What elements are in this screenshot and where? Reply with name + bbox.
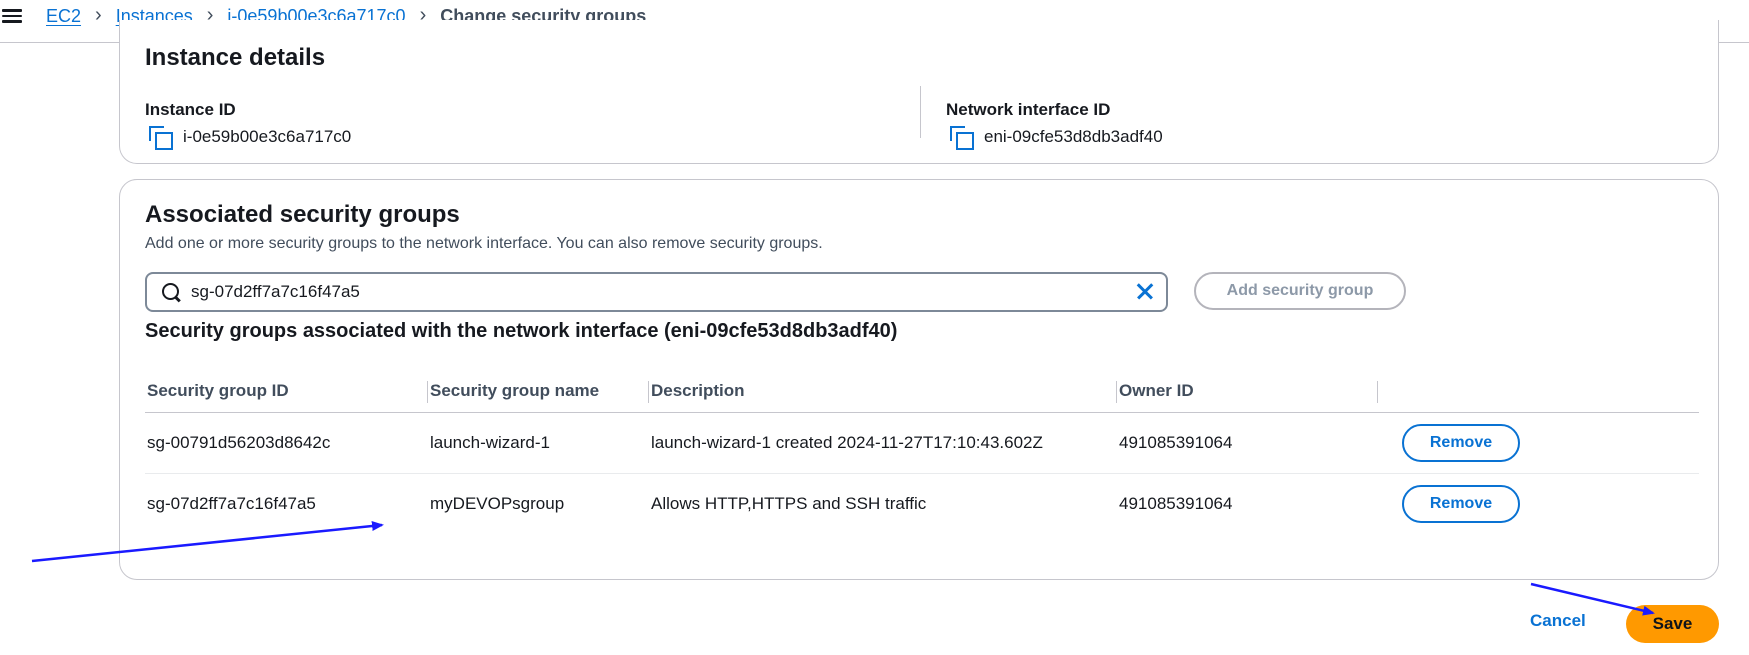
breadcrumb-ec2-link[interactable]: EC2 xyxy=(46,6,81,27)
column-header-owner-id[interactable]: Owner ID xyxy=(1117,370,1378,413)
description-cell: Allows HTTP,HTTPS and SSH traffic xyxy=(651,493,927,513)
column-header-security-group-name[interactable]: Security group name xyxy=(428,370,649,413)
instance-details-title: Instance details xyxy=(145,44,326,71)
security-group-id-cell: sg-00791d56203d8642c xyxy=(145,412,428,474)
actions-cell: Remove xyxy=(1378,412,1699,474)
security-groups-table: Security group ID Security group name De… xyxy=(145,370,1699,534)
instance-id-field: Instance ID i-0e59b00e3c6a717c0 xyxy=(145,100,352,150)
search-icon xyxy=(161,282,181,302)
copy-icon[interactable] xyxy=(149,126,173,150)
table-row: sg-00791d56203d8642c launch-wizard-1 lau… xyxy=(145,412,1699,474)
security-group-name-cell: myDEVOPsgroup xyxy=(430,493,565,513)
column-header-description[interactable]: Description xyxy=(649,370,1117,413)
table-row: sg-07d2ff7a7c16f47a5 myDEVOPsgroup Allow… xyxy=(145,473,1699,534)
instance-id-label: Instance ID xyxy=(145,100,236,119)
security-group-search-input[interactable] xyxy=(191,282,1134,302)
security-groups-title: Associated security groups xyxy=(145,201,460,228)
chevron-right-icon: › xyxy=(95,4,102,26)
table-header-row: Security group ID Security group name De… xyxy=(145,370,1699,413)
copy-icon[interactable] xyxy=(950,126,974,150)
security-group-name-cell: launch-wizard-1 xyxy=(428,412,649,474)
network-interface-id-label: Network interface ID xyxy=(946,100,1111,119)
description-cell: launch-wizard-1 created 2024-11-27T17:10… xyxy=(649,412,1117,474)
security-groups-description: Add one or more security groups to the n… xyxy=(145,235,823,252)
network-interface-id-field: Network interface ID eni-09cfe53d8db3adf… xyxy=(946,100,1163,150)
instance-id-value: i-0e59b00e3c6a717c0 xyxy=(183,127,352,146)
cancel-button[interactable]: Cancel xyxy=(1520,605,1596,637)
remove-button[interactable]: Remove xyxy=(1402,423,1520,462)
add-security-group-button[interactable]: Add security group xyxy=(1194,272,1406,310)
divider xyxy=(920,86,921,138)
menu-icon[interactable] xyxy=(2,6,22,26)
remove-button[interactable]: Remove xyxy=(1402,484,1520,523)
column-header-actions xyxy=(1378,370,1699,413)
associated-groups-subheading: Security groups associated with the netw… xyxy=(145,320,898,342)
actions-cell: Remove xyxy=(1378,473,1699,534)
save-button[interactable]: Save xyxy=(1626,605,1719,643)
security-group-search xyxy=(145,272,1168,312)
associated-security-groups-panel: Associated security groups Add one or mo… xyxy=(119,179,1719,580)
network-interface-id-value: eni-09cfe53d8db3adf40 xyxy=(984,127,1163,146)
security-group-id-cell: sg-07d2ff7a7c16f47a5 xyxy=(147,493,316,513)
owner-id-cell: 491085391064 xyxy=(1119,493,1233,513)
owner-id-cell: 491085391064 xyxy=(1117,412,1378,474)
close-icon[interactable] xyxy=(1134,281,1156,303)
column-header-security-group-id[interactable]: Security group ID xyxy=(145,370,428,413)
instance-details-panel: Instance details Instance ID i-0e59b00e3… xyxy=(119,20,1719,164)
